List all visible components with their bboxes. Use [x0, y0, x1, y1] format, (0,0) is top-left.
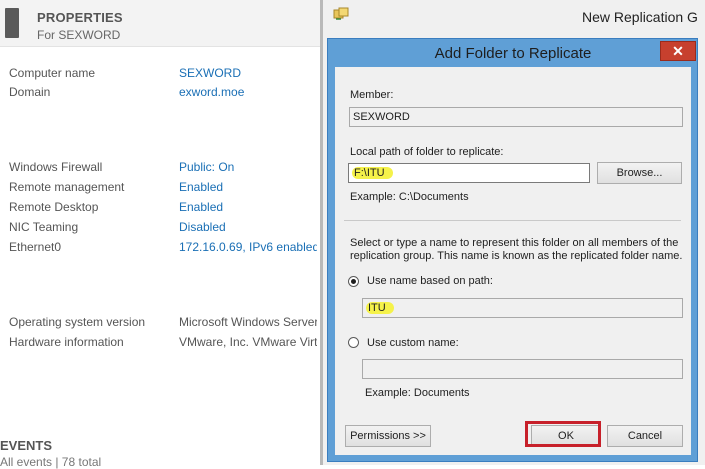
dialog-body: Member: SEXWORD Local path of folder to … [335, 67, 691, 455]
property-label-computer-name: Computer name [9, 66, 96, 80]
use-custom-name-radio[interactable] [348, 337, 359, 348]
property-label-remote-management: Remote management [9, 180, 125, 194]
replication-icon [333, 7, 349, 20]
separator [344, 220, 681, 221]
property-label-nic-teaming: NIC Teaming [9, 220, 79, 234]
property-value-hardware: VMware, Inc. VMware Virtu [179, 335, 317, 349]
add-folder-dialog: Add Folder to Replicate ✕ Member: SEXWOR… [327, 38, 698, 462]
browse-button[interactable]: Browse... [597, 162, 682, 184]
path-name-highlight: ITU [366, 302, 394, 314]
property-label-hardware: Hardware information [9, 335, 124, 349]
close-icon: ✕ [672, 43, 684, 59]
properties-title: PROPERTIES [37, 10, 123, 25]
radio-selected-dot [351, 279, 356, 284]
property-value-domain[interactable]: exword.moe [179, 85, 244, 99]
property-label-firewall: Windows Firewall [9, 160, 103, 174]
events-title: EVENTS [0, 438, 53, 453]
local-path-input[interactable]: F:\ITU [348, 163, 590, 183]
property-value-remote-management[interactable]: Enabled [179, 180, 223, 194]
property-value-firewall[interactable]: Public: On [179, 160, 234, 174]
description-line1: Select or type a name to represent this … [350, 237, 679, 249]
property-value-computer-name[interactable]: SEXWORD [179, 66, 241, 80]
property-label-domain: Domain [9, 85, 51, 99]
custom-name-input[interactable] [362, 359, 683, 379]
use-custom-name-label[interactable]: Use custom name: [367, 337, 459, 349]
local-path-label: Local path of folder to replicate: [350, 146, 504, 158]
member-label: Member: [350, 89, 394, 101]
path-name-field: ITU [362, 298, 683, 318]
property-label-os-version: Operating system version [9, 315, 146, 329]
property-value-os-version: Microsoft Windows Server [179, 315, 317, 329]
ok-button-annotation [525, 421, 601, 447]
use-name-based-on-path-radio[interactable] [348, 276, 359, 287]
wizard-titlebar: New Replication G [323, 0, 705, 33]
close-button[interactable]: ✕ [660, 41, 696, 61]
property-label-ethernet0: Ethernet0 [9, 240, 62, 254]
dialog-title: Add Folder to Replicate [434, 45, 592, 62]
property-value-remote-desktop[interactable]: Enabled [179, 200, 223, 214]
events-subtitle: All events | 78 total [0, 455, 102, 469]
wizard-title: New Replication G [582, 9, 698, 25]
permissions-button[interactable]: Permissions >> [345, 425, 431, 447]
property-value-ethernet0[interactable]: 172.16.0.69, IPv6 enabled [179, 240, 317, 254]
path-example: Example: C:\Documents [350, 191, 469, 203]
description-line2: replication group. This name is known as… [350, 250, 683, 262]
use-name-based-on-path-label[interactable]: Use name based on path: [367, 275, 493, 287]
cancel-button[interactable]: Cancel [607, 425, 683, 447]
member-field: SEXWORD [349, 107, 683, 127]
server-properties-pane: PROPERTIES For SEXWORD Computer name SEX… [0, 0, 320, 469]
properties-subtitle: For SEXWORD [37, 28, 121, 42]
property-value-nic-teaming[interactable]: Disabled [179, 220, 226, 234]
custom-name-example: Example: Documents [365, 387, 470, 399]
server-icon [5, 8, 19, 38]
properties-header: PROPERTIES For SEXWORD [0, 0, 320, 47]
local-path-highlight: F:\ITU [352, 167, 393, 179]
property-label-remote-desktop: Remote Desktop [9, 200, 99, 214]
